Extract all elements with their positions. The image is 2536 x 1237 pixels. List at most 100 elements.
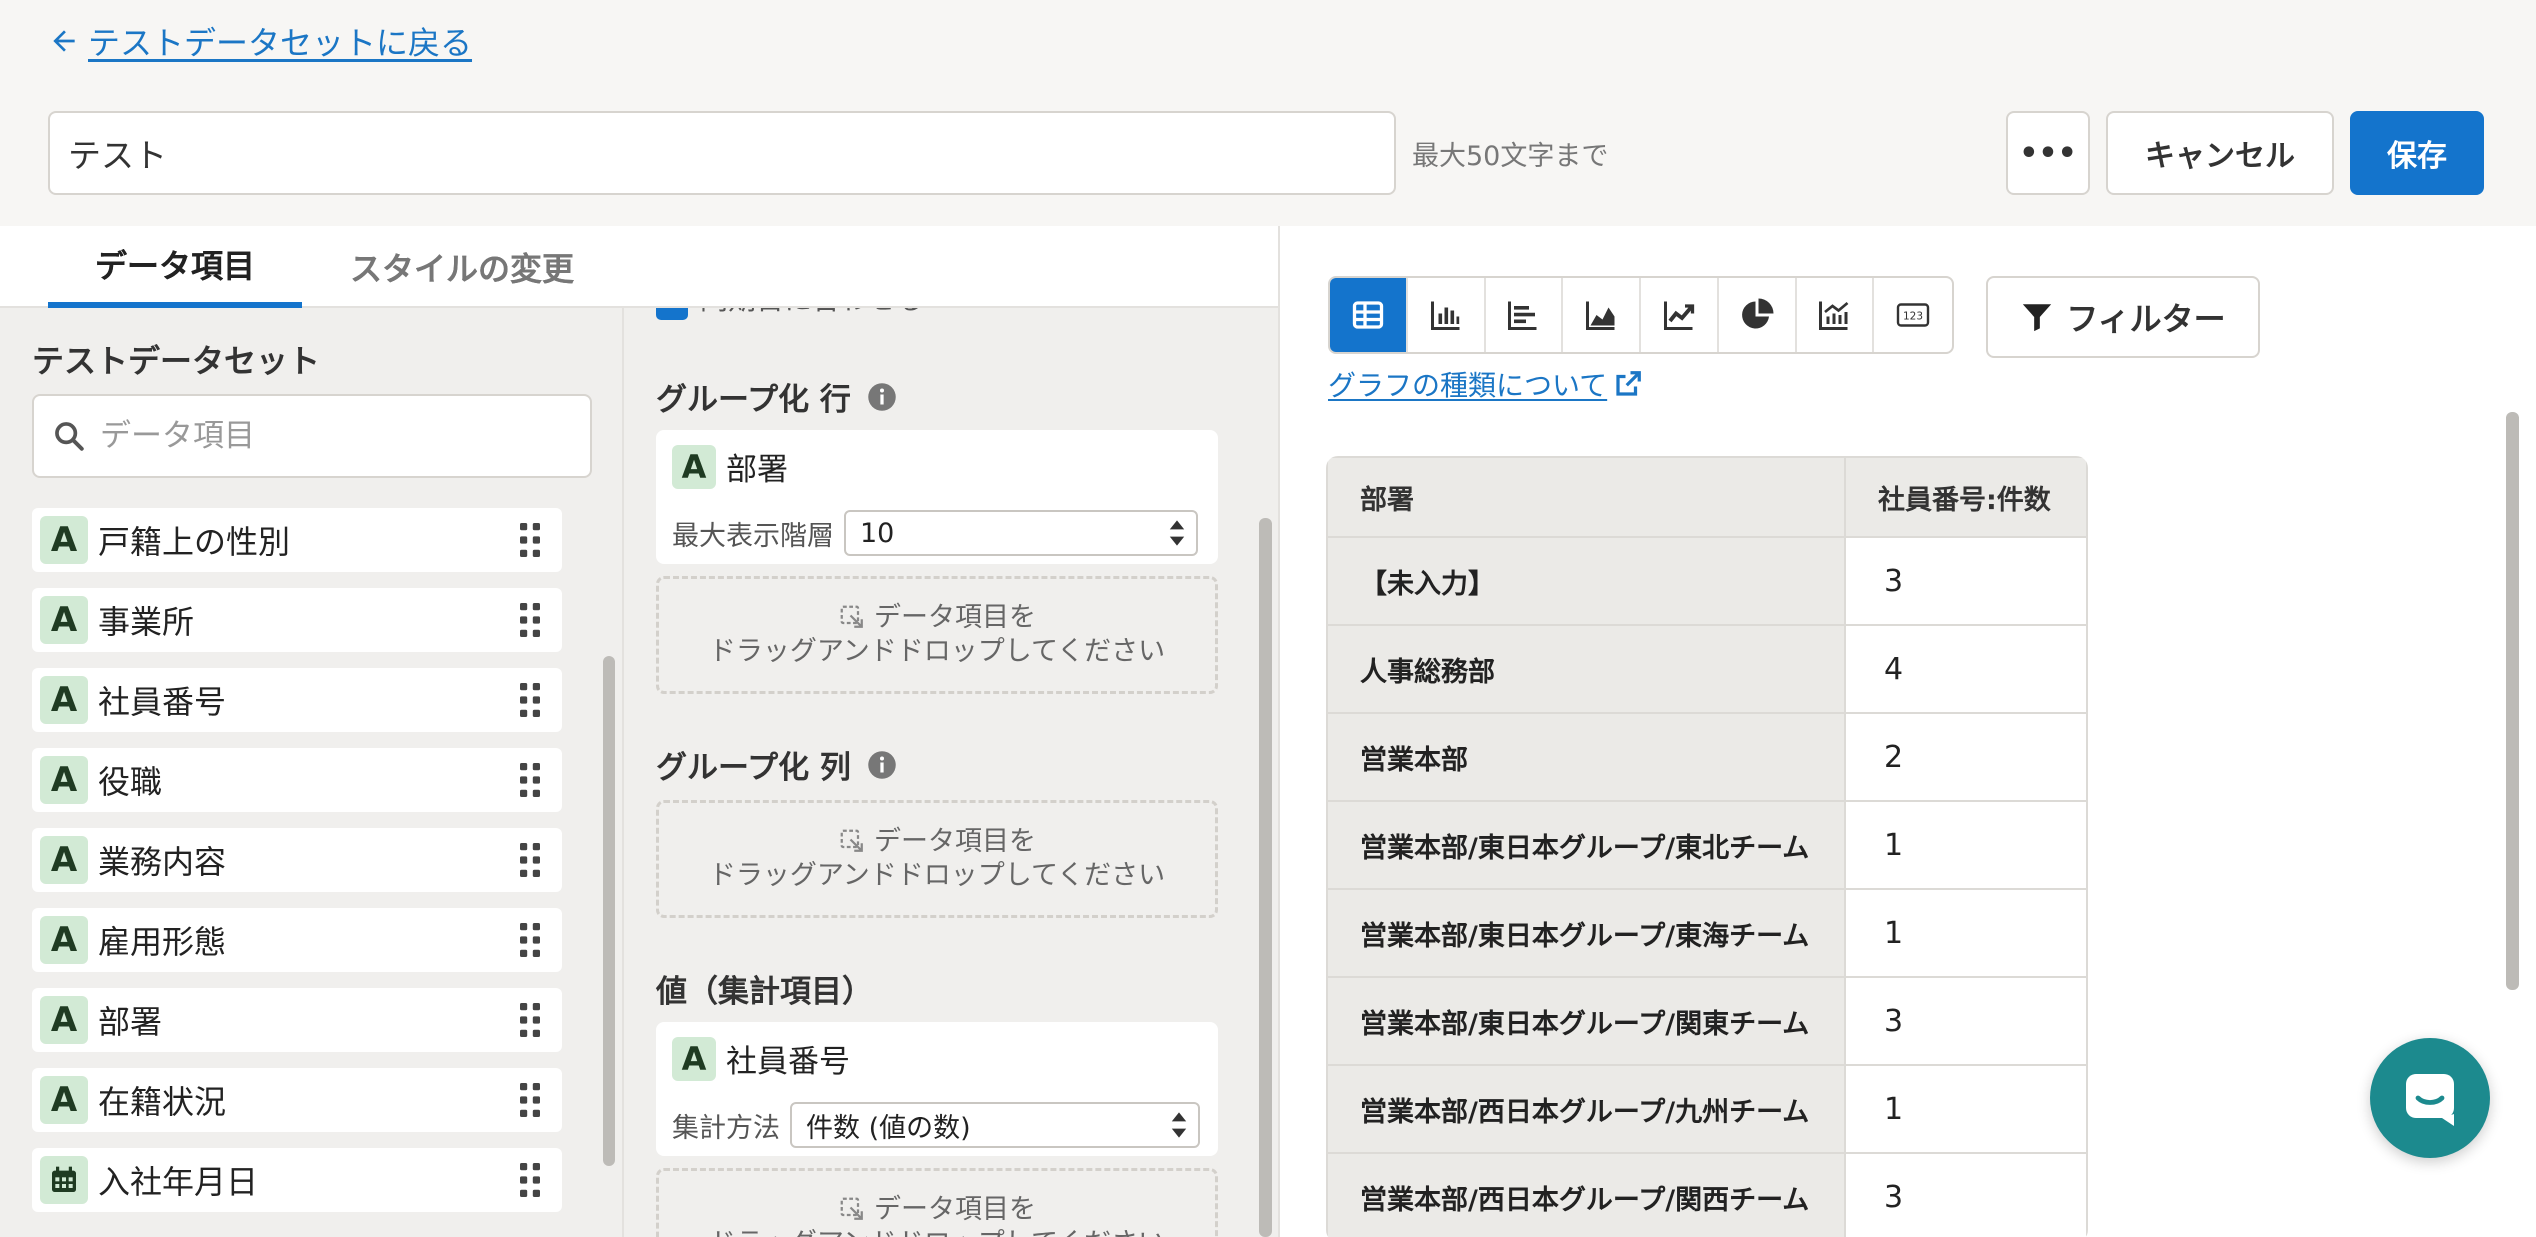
area-chart-button[interactable] (1563, 278, 1641, 352)
text-type-badge: A (40, 996, 88, 1044)
row-value: 3 (1844, 976, 2088, 1066)
field-item[interactable]: A 戸籍上の性別 (32, 508, 562, 572)
stepper-arrows-icon (1169, 520, 1185, 546)
search-input[interactable] (100, 418, 560, 454)
values-dropzone[interactable]: データ項目を ドラッグアンドドロップしてください (656, 1168, 1218, 1237)
column-header[interactable]: 部署 (1326, 456, 1846, 538)
search-icon (55, 422, 84, 451)
combo-chart-icon (1819, 301, 1849, 330)
dropzone-line2: ドラッグアンドドロップしてください (708, 636, 1166, 667)
bar-chart-icon (1430, 301, 1460, 330)
row-value: 4 (1844, 624, 2088, 714)
number-icon: 123 (1896, 303, 1930, 327)
row-label: 営業本部 (1326, 712, 1846, 802)
rows-dropzone[interactable]: データ項目を ドラッグアンドドロップしてください (656, 576, 1218, 694)
line-chart-button[interactable] (1641, 278, 1719, 352)
tab-style-change[interactable]: スタイルの変更 (312, 226, 612, 308)
drag-handle-icon[interactable] (510, 763, 550, 797)
field-item[interactable]: A 事業所 (32, 588, 562, 652)
horizontal-bar-icon (1508, 301, 1537, 330)
row-label: 営業本部/西日本グループ/九州チーム (1326, 1064, 1846, 1154)
group-columns-label: グループ化 列 (656, 750, 851, 786)
number-view-button[interactable]: 123 (1874, 278, 1952, 352)
drag-handle-icon[interactable] (510, 1003, 550, 1037)
group-rows-card[interactable]: A 部署 最大表示階層 10 (656, 430, 1218, 564)
drag-handle-icon[interactable] (510, 683, 550, 717)
pie-chart-button[interactable] (1719, 278, 1797, 352)
drag-handle-icon[interactable] (510, 523, 550, 557)
text-type-badge: A (40, 756, 88, 804)
values-title: 値（集計項目） (656, 966, 873, 1011)
field-label: 戸籍上の性別 (98, 523, 291, 561)
row-value: 1 (1844, 1064, 2088, 1154)
info-icon[interactable] (867, 382, 897, 412)
table-row: 営業本部/東日本グループ/関東チーム 3 (1326, 976, 2088, 1066)
horizontal-bar-button[interactable] (1486, 278, 1564, 352)
group-columns-title: グループ化 列 (656, 742, 897, 787)
field-item[interactable]: A 社員番号 (32, 668, 562, 732)
row-label: 営業本部/西日本グループ/関西チーム (1326, 1152, 1846, 1237)
report-name-input[interactable] (48, 111, 1396, 195)
field-item[interactable]: A 雇用形態 (32, 908, 562, 972)
group-rows-field: 部署 (726, 452, 788, 488)
info-icon[interactable] (867, 750, 897, 780)
columns-dropzone[interactable]: データ項目を ドラッグアンドドロップしてください (656, 800, 1218, 918)
column-header[interactable]: 社員番号:件数 (1844, 456, 2088, 538)
table-row: 営業本部/東日本グループ/東北チーム 1 (1326, 800, 2088, 890)
back-link[interactable]: テストデータセットに戻る (48, 18, 472, 64)
row-value: 2 (1844, 712, 2088, 802)
dropzone-line1: データ項目を (874, 602, 1036, 633)
aggregation-value: 件数 (値の数) (806, 1112, 971, 1144)
field-item[interactable]: 入社年月日 (32, 1148, 562, 1212)
chat-icon (2406, 1074, 2454, 1126)
max-depth-stepper[interactable]: 10 (844, 510, 1198, 556)
more-button[interactable]: ••• (2006, 111, 2090, 195)
select-arrows-icon (1171, 1112, 1187, 1138)
svg-text:123: 123 (1903, 311, 1923, 323)
save-button[interactable]: 保存 (2350, 111, 2484, 195)
field-label: 役職 (98, 763, 163, 801)
filter-button[interactable]: フィルター (1986, 276, 2260, 358)
combo-chart-button[interactable] (1797, 278, 1875, 352)
bar-chart-button[interactable] (1408, 278, 1486, 352)
field-label: 業務内容 (98, 843, 227, 881)
cancel-button[interactable]: キャンセル (2106, 111, 2334, 195)
field-item[interactable]: A 業務内容 (32, 828, 562, 892)
group-rows-label: グループ化 行 (656, 382, 851, 418)
row-label: 営業本部/東日本グループ/関東チーム (1326, 976, 1846, 1066)
drag-handle-icon[interactable] (510, 1083, 550, 1117)
table-row: 人事総務部 4 (1326, 624, 2088, 714)
field-item[interactable]: A 役職 (32, 748, 562, 812)
preview-scrollbar[interactable] (2502, 408, 2522, 1237)
table-view-button[interactable] (1330, 278, 1408, 352)
filter-label: フィルター (2066, 300, 2226, 338)
chart-type-help-link[interactable]: グラフの種類について (1328, 364, 1643, 404)
text-type-badge: A (40, 596, 88, 644)
field-item[interactable]: A 在籍状況 (32, 1068, 562, 1132)
filter-icon (2023, 304, 2052, 332)
drag-handle-icon[interactable] (510, 843, 550, 877)
config-scrollbar[interactable] (1254, 308, 1278, 1237)
table-row: 営業本部/西日本グループ/九州チーム 1 (1326, 1064, 2088, 1154)
row-label: 【未入力】 (1326, 536, 1846, 626)
text-type-badge: A (672, 1036, 716, 1081)
field-item[interactable]: A 部署 (32, 988, 562, 1052)
row-value: 1 (1844, 800, 2088, 890)
back-link-label: テストデータセットに戻る (88, 24, 473, 62)
drag-handle-icon[interactable] (510, 1163, 550, 1197)
table-row: 【未入力】 3 (1326, 536, 2088, 626)
chat-support-button[interactable] (2370, 1038, 2490, 1158)
tab-data-items[interactable]: データ項目 (48, 226, 302, 308)
drag-handle-icon[interactable] (510, 923, 550, 957)
row-value: 3 (1844, 1152, 2088, 1237)
field-list-scrollbar[interactable] (598, 504, 620, 1237)
values-card[interactable]: A 社員番号 集計方法 件数 (値の数) (656, 1022, 1218, 1156)
drag-handle-icon[interactable] (510, 603, 550, 637)
table-row: 営業本部/東日本グループ/東海チーム 1 (1326, 888, 2088, 978)
dataset-title: テストデータセット (32, 342, 321, 380)
drop-icon (840, 1197, 863, 1220)
field-search[interactable] (32, 394, 592, 478)
result-table: 部署 社員番号:件数 【未入力】 3 人事総務部 4 営業本部 2 営業本部/東日本グ… (1326, 456, 2088, 1237)
aggregation-select[interactable]: 件数 (値の数) (790, 1102, 1200, 1148)
tab-bar-overlay (622, 226, 1278, 308)
